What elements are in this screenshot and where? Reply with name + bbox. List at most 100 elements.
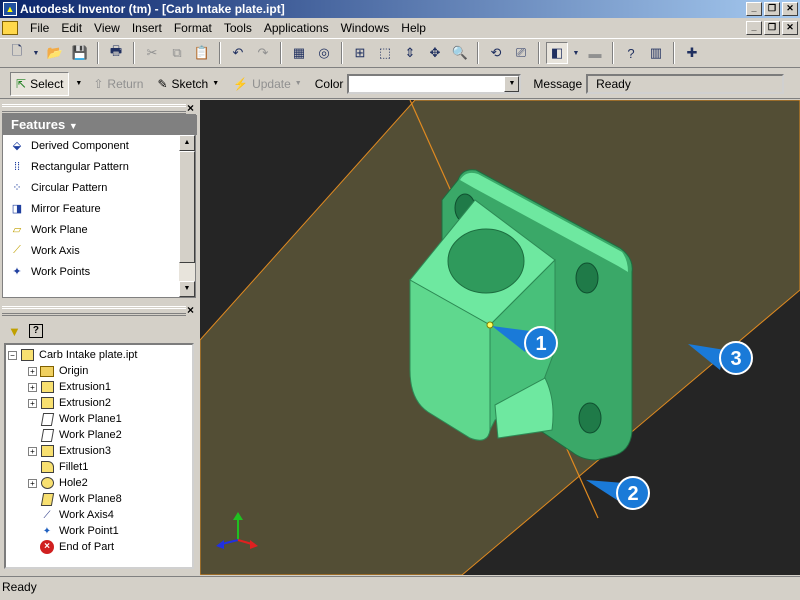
tree-root[interactable]: − Carb Intake plate.ipt [6,347,192,363]
features-panel-grip[interactable] [2,104,186,114]
pan-icon[interactable]: ✥ [424,42,446,64]
sketch-pencil-icon: ✎ [157,76,168,91]
features-header-dropdown-icon[interactable]: ▼ [69,121,78,131]
filter-icon[interactable]: ▼ [8,324,21,339]
tree-item[interactable]: ⟋ Work Axis4 [6,507,192,523]
color-dropdown-icon[interactable]: ▼ [504,75,520,92]
tree-item[interactable]: + Extrusion2 [6,395,192,411]
new-file-icon[interactable]: 🗋 [6,42,28,64]
scroll-thumb[interactable] [179,151,195,263]
restore-button[interactable]: ❐ [764,2,780,16]
tree-item[interactable]: Fillet1 [6,459,192,475]
flange-hole[interactable] [575,262,599,294]
update-button[interactable]: ⚡ Update ▼ [228,72,307,96]
zoom-icon[interactable]: ⇕ [399,42,421,64]
doc-close-button[interactable]: ✕ [782,21,798,35]
feature-work-axis[interactable]: ⟋ Work Axis [3,240,180,261]
flange-hole[interactable] [578,402,602,434]
boss-hole[interactable] [447,228,525,294]
menu-help[interactable]: Help [395,18,432,38]
graphics-window[interactable]: 1 2 3 [200,100,800,575]
feature-circular-pattern[interactable]: ⁘ Circular Pattern [3,177,180,198]
menu-tools[interactable]: Tools [218,18,258,38]
document-icon[interactable] [2,21,18,35]
expand-icon[interactable]: + [28,478,37,488]
zoom-window-icon[interactable]: ⬚ [374,42,396,64]
tree-item[interactable]: Work Plane1 [6,411,192,427]
extrusion-icon [39,380,55,394]
feature-mirror[interactable]: ◨ Mirror Feature [3,198,180,219]
doc-restore-button[interactable]: ❐ [764,21,780,35]
scroll-down-icon[interactable]: ▼ [179,281,195,297]
help-icon[interactable]: ? [620,42,642,64]
expand-icon[interactable]: + [28,446,37,456]
model-view[interactable]: 1 2 3 [200,100,800,575]
expand-icon[interactable]: + [28,398,37,408]
tree-item[interactable]: + Extrusion3 [6,443,192,459]
sketch-button[interactable]: ✎ Sketch ▼ [152,72,224,96]
close-button[interactable]: ✕ [782,2,798,16]
color-select[interactable]: ▼ [347,73,522,94]
paste-icon[interactable]: 📋 [191,42,213,64]
add-icon[interactable]: ✚ [681,42,703,64]
return-arrow-icon: ⇧ [93,76,104,91]
work-point[interactable] [486,321,494,329]
menu-edit[interactable]: Edit [55,18,88,38]
new-dropdown-icon[interactable]: ▼ [31,42,41,64]
tree-item[interactable]: Work Plane8 [6,491,192,507]
tree-item[interactable]: ✦ Work Point1 [6,523,192,539]
browser-close-icon[interactable]: × [187,303,194,317]
scroll-up-icon[interactable]: ▲ [179,135,195,151]
browser-help-icon[interactable]: ? [28,324,43,338]
minimize-button[interactable]: _ [746,2,762,16]
features-close-icon[interactable]: × [187,101,194,115]
open-file-icon[interactable]: 📂 [44,42,66,64]
inventor-app-icon[interactable]: ▲ [3,2,17,16]
feature-work-points[interactable]: ✦ Work Points [3,261,180,282]
expand-icon[interactable]: + [28,382,37,392]
ground-shadow-icon[interactable]: ▬ [584,42,606,64]
menu-view[interactable]: View [88,18,126,38]
feature-rectangular-pattern[interactable]: ⁞⁞ Rectangular Pattern [3,156,180,177]
print-icon[interactable]: 🖶 [105,42,127,64]
save-icon[interactable]: 💾 [69,42,91,64]
collapse-icon[interactable]: − [8,350,17,360]
features-header[interactable]: Features ▼ [3,115,197,135]
features-scrollbar[interactable]: ▲ ▼ [179,135,195,297]
analysis-icon[interactable]: ◎ [313,42,335,64]
menu-applications[interactable]: Applications [258,18,335,38]
expand-icon[interactable]: + [28,366,37,376]
menu-file[interactable]: File [24,18,55,38]
undo-icon[interactable]: ↶ [227,42,249,64]
menu-insert[interactable]: Insert [126,18,168,38]
display-dropdown-icon[interactable]: ▼ [571,42,581,64]
tree-item[interactable]: × End of Part [6,539,192,555]
zoom-all-icon[interactable]: ⊞ [349,42,371,64]
select-button[interactable]: ⇱ Select [10,71,70,96]
tree-item[interactable]: + Extrusion1 [6,379,192,395]
doc-minimize-button[interactable]: _ [746,21,762,35]
grid-icon[interactable]: ▥ [645,42,667,64]
menu-windows[interactable]: Windows [335,18,396,38]
menu-format[interactable]: Format [168,18,218,38]
tree-item[interactable]: + Origin [6,363,192,379]
redo-icon[interactable]: ↷ [252,42,274,64]
circular-pattern-icon: ⁘ [12,182,22,194]
look-at-icon[interactable]: ⎚ [510,42,532,64]
update-dropdown-icon: ▼ [294,80,302,87]
shaded-display-icon[interactable]: ◧ [546,42,568,64]
cut-icon[interactable]: ✂ [141,42,163,64]
feature-work-plane[interactable]: ▱ Work Plane [3,219,180,240]
rotate-icon[interactable]: ⟲ [485,42,507,64]
feature-derived-component[interactable]: ⬙ Derived Component [3,135,180,156]
select-dropdown-icon[interactable]: ▼ [73,72,84,96]
tree-item[interactable]: Work Plane2 [6,427,192,443]
sketch-dropdown-icon[interactable]: ▼ [212,80,219,87]
return-button[interactable]: ⇧ Return [88,72,148,96]
tree-item[interactable]: + Hole2 [6,475,192,491]
copy-icon[interactable]: ⧉ [166,42,188,64]
status-bar: Ready [0,576,800,600]
properties-icon[interactable]: ▦ [288,42,310,64]
browser-panel-grip[interactable] [2,306,186,316]
zoom-selected-icon[interactable]: 🔍 [449,42,471,64]
